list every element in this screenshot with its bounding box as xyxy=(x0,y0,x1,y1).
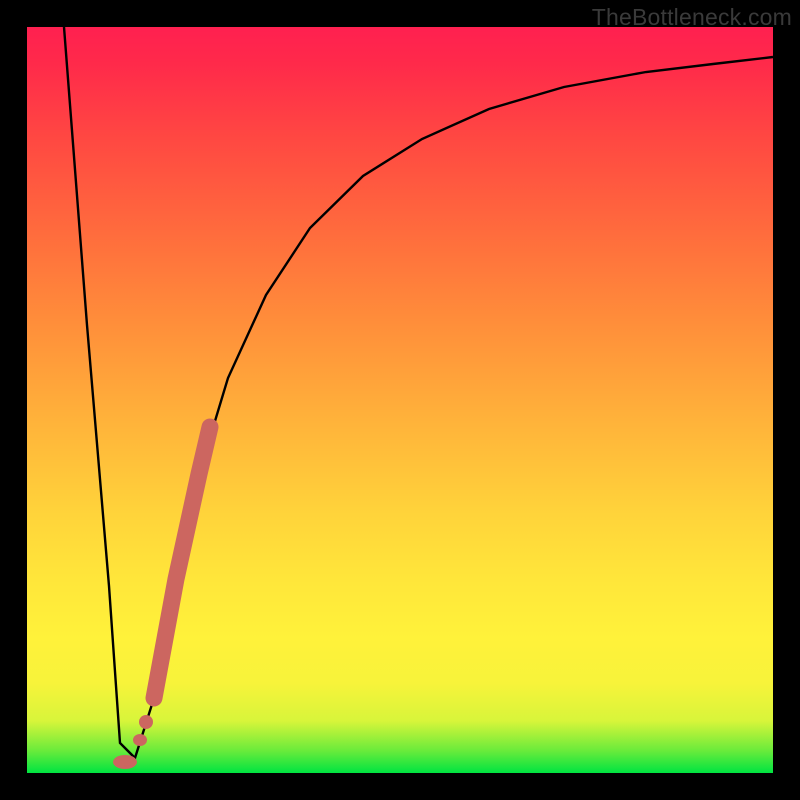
highlight-dot-1 xyxy=(139,715,153,729)
minimum-dot xyxy=(113,755,137,769)
curve-layer xyxy=(27,27,773,773)
highlight-segment xyxy=(154,427,210,698)
plot-area xyxy=(27,27,773,773)
highlight-dot-2 xyxy=(133,734,147,746)
watermark-text: TheBottleneck.com xyxy=(592,4,792,31)
chart-frame: TheBottleneck.com xyxy=(0,0,800,800)
